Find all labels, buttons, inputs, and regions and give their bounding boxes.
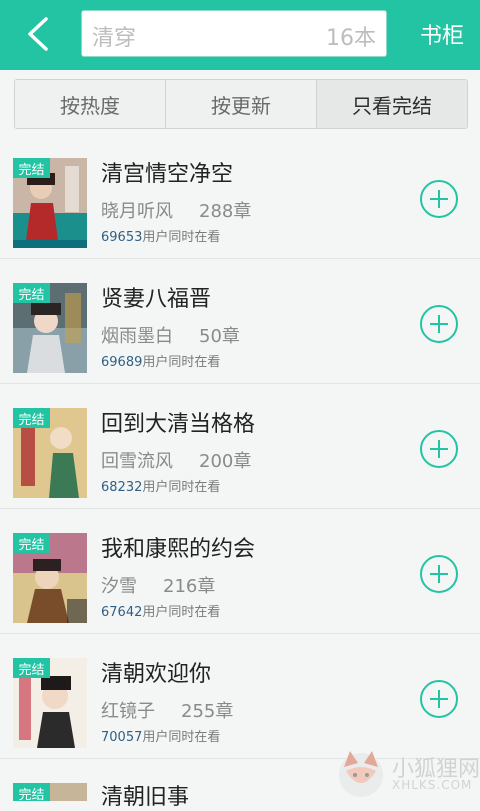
back-button[interactable] bbox=[18, 14, 58, 54]
chapter-count: 288章 bbox=[199, 201, 252, 222]
book-cover: 完结 bbox=[13, 408, 87, 498]
plus-icon bbox=[430, 690, 448, 708]
tab-by-popularity[interactable]: 按热度 bbox=[15, 80, 166, 128]
list-item[interactable]: 完结 清宫情空净空 晓月听风 288章 69653用户同时在看 bbox=[0, 134, 480, 259]
add-to-shelf-button[interactable] bbox=[420, 430, 458, 468]
book-cover: 完结 bbox=[13, 783, 87, 801]
completed-badge: 完结 bbox=[13, 533, 50, 553]
reader-suffix: 用户同时在看 bbox=[142, 605, 221, 620]
search-query-text: 清穿 bbox=[92, 26, 137, 51]
tab-by-update[interactable]: 按更新 bbox=[166, 80, 317, 128]
chevron-left-icon bbox=[28, 17, 48, 51]
bookshelf-button[interactable]: 书柜 bbox=[420, 18, 464, 50]
top-bar: 清穿 16本 书柜 bbox=[0, 0, 480, 70]
reader-suffix: 用户同时在看 bbox=[142, 730, 221, 745]
reader-count: 69689用户同时在看 bbox=[101, 351, 220, 370]
plus-icon bbox=[430, 190, 448, 208]
book-title: 清宫情空净空 bbox=[101, 162, 234, 187]
reader-count: 70057用户同时在看 bbox=[101, 726, 220, 745]
reader-number: 70057 bbox=[101, 730, 143, 745]
chapter-count: 50章 bbox=[199, 326, 240, 347]
book-author: 回雪流风 bbox=[101, 451, 173, 472]
plus-icon bbox=[430, 565, 448, 583]
completed-badge: 完结 bbox=[13, 658, 50, 678]
chapter-count: 216章 bbox=[163, 576, 216, 597]
reader-suffix: 用户同时在看 bbox=[142, 355, 221, 370]
plus-icon bbox=[430, 315, 448, 333]
filter-tabs: 按热度 按更新 只看完结 bbox=[14, 79, 468, 129]
chapter-count: 200章 bbox=[199, 451, 252, 472]
book-cover: 完结 bbox=[13, 283, 87, 373]
result-count: 16本 bbox=[326, 26, 376, 51]
add-to-shelf-button[interactable] bbox=[420, 555, 458, 593]
reader-count: 69653用户同时在看 bbox=[101, 226, 220, 245]
book-cover: 完结 bbox=[13, 158, 87, 248]
add-to-shelf-button[interactable] bbox=[420, 680, 458, 718]
completed-badge: 完结 bbox=[13, 283, 50, 303]
book-title: 清朝旧事 bbox=[101, 785, 190, 810]
list-item[interactable]: 完结 清朝欢迎你 红镜子 255章 70057用户同时在看 bbox=[0, 634, 480, 759]
book-title: 清朝欢迎你 bbox=[101, 662, 212, 687]
completed-badge: 完结 bbox=[13, 158, 50, 178]
book-title: 回到大清当格格 bbox=[101, 412, 256, 437]
chapter-count: 255章 bbox=[181, 701, 234, 722]
reader-number: 67642 bbox=[101, 605, 143, 620]
watermark-url: XHLKS.COM bbox=[392, 778, 473, 792]
book-author: 汐雪 bbox=[101, 576, 137, 597]
reader-number: 69653 bbox=[101, 230, 143, 245]
list-item[interactable]: 完结 贤妻八福晋 烟雨墨白 50章 69689用户同时在看 bbox=[0, 259, 480, 384]
add-to-shelf-button[interactable] bbox=[420, 180, 458, 218]
book-author: 晓月听风 bbox=[101, 201, 173, 222]
add-to-shelf-button[interactable] bbox=[420, 305, 458, 343]
reader-count: 68232用户同时在看 bbox=[101, 476, 220, 495]
book-title: 贤妻八福晋 bbox=[101, 287, 212, 312]
book-cover: 完结 bbox=[13, 658, 87, 748]
fox-logo-icon bbox=[339, 751, 383, 797]
list-item[interactable]: 完结 回到大清当格格 回雪流风 200章 68232用户同时在看 bbox=[0, 384, 480, 509]
list-item[interactable]: 完结 我和康熙的约会 汐雪 216章 67642用户同时在看 bbox=[0, 509, 480, 634]
book-author: 烟雨墨白 bbox=[101, 326, 173, 347]
reader-number: 69689 bbox=[101, 355, 143, 370]
reader-suffix: 用户同时在看 bbox=[142, 230, 221, 245]
book-author: 红镜子 bbox=[101, 701, 155, 722]
book-cover: 完结 bbox=[13, 533, 87, 623]
reader-number: 68232 bbox=[101, 480, 143, 495]
reader-suffix: 用户同时在看 bbox=[142, 480, 221, 495]
completed-badge: 完结 bbox=[13, 408, 50, 428]
site-watermark: 小狐狸网 XHLKS.COM bbox=[334, 745, 480, 800]
search-input[interactable]: 清穿 16本 bbox=[81, 10, 387, 57]
reader-count: 67642用户同时在看 bbox=[101, 601, 220, 620]
completed-badge: 完结 bbox=[13, 783, 50, 801]
plus-icon bbox=[430, 440, 448, 458]
book-title: 我和康熙的约会 bbox=[101, 537, 256, 562]
tab-completed-only[interactable]: 只看完结 bbox=[317, 80, 467, 128]
